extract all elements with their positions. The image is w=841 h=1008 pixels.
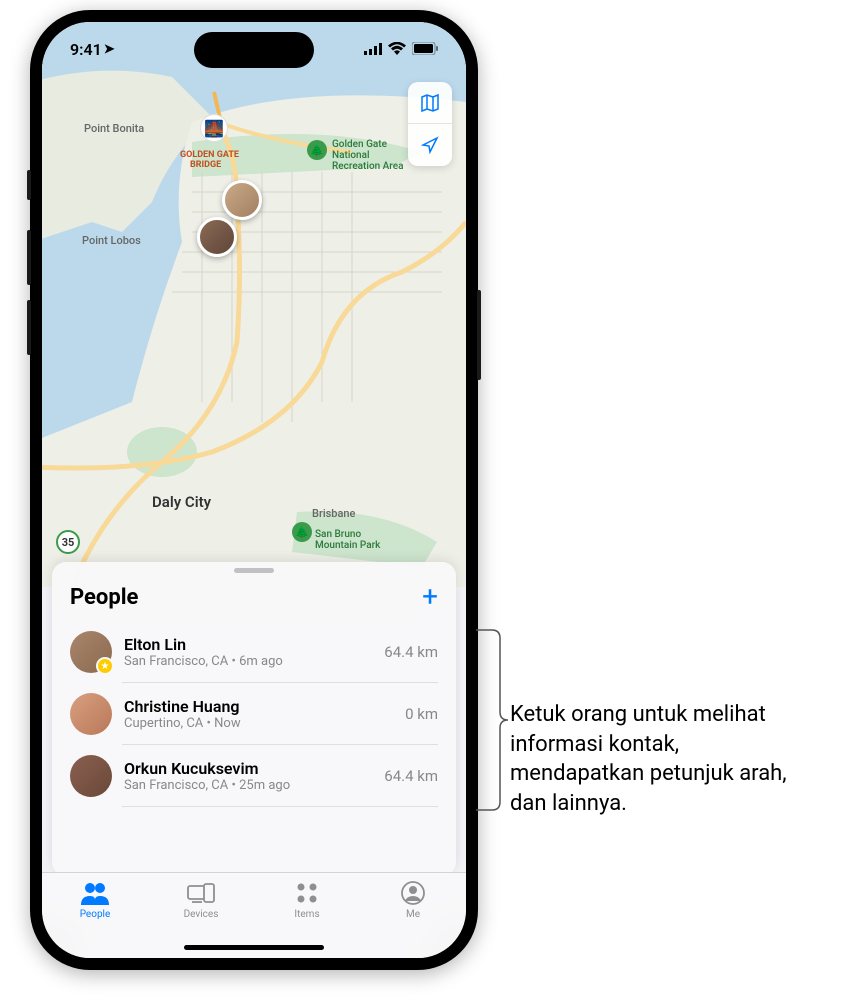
person-avatar (70, 755, 112, 797)
status-time: 9:41 (70, 40, 102, 59)
map-label-daly-city: Daly City (152, 493, 212, 511)
cellular-icon (364, 40, 382, 59)
phone-screen: 9:41 ➤ (42, 22, 466, 958)
person-row[interactable]: Orkun Kucuksevim San Francisco, CA • 25m… (52, 745, 456, 807)
favorite-star-icon: ★ (96, 657, 114, 675)
battery-icon (412, 40, 438, 59)
callout-bracket (476, 620, 510, 820)
person-subtitle: Cupertino, CA • Now (124, 716, 393, 731)
person-pin-1[interactable] (222, 180, 262, 220)
person-distance: 0 km (405, 705, 438, 723)
devices-icon (186, 879, 216, 907)
phone-frame: 9:41 ➤ (30, 10, 478, 970)
power-button (477, 290, 481, 380)
golden-gate-bridge-pin[interactable]: 🌉 (200, 114, 228, 142)
person-subtitle: San Francisco, CA • 25m ago (124, 778, 372, 793)
current-location-button[interactable] (408, 124, 452, 166)
mute-switch (27, 170, 31, 200)
park-pin-ggnra[interactable]: 🌲 (307, 140, 327, 160)
volume-down-button (27, 300, 31, 355)
person-name: Elton Lin (124, 635, 372, 654)
person-subtitle: San Francisco, CA • 6m ago (124, 654, 372, 669)
person-avatar: ★ (70, 631, 112, 673)
callout-annotation: Ketuk orang untuk melihat informasi kont… (510, 620, 810, 819)
map-label-point-bonita: Point Bonita (84, 122, 144, 135)
person-pin-2[interactable] (197, 217, 237, 257)
home-indicator[interactable] (184, 945, 324, 950)
person-avatar (70, 693, 112, 735)
tab-label: Devices (184, 909, 219, 920)
person-row[interactable]: ★ Elton Lin San Francisco, CA • 6m ago 6… (52, 621, 456, 683)
wifi-icon (388, 40, 406, 59)
me-icon (401, 879, 425, 907)
map-view[interactable]: Point Bonita Point Lobos Daly City Brisb… (42, 22, 466, 587)
tab-people[interactable]: People (42, 879, 148, 958)
person-name: Orkun Kucuksevim (124, 759, 372, 778)
svg-text:35: 35 (62, 536, 75, 549)
volume-up-button (27, 230, 31, 285)
map-mode-button[interactable] (408, 82, 452, 124)
map-controls (408, 82, 452, 166)
person-name: Christine Huang (124, 697, 393, 716)
people-sheet[interactable]: People + ★ Elton Lin San Francisco, CA •… (52, 562, 456, 876)
sheet-grabber[interactable] (234, 568, 274, 573)
tab-label: Me (406, 909, 420, 920)
tab-me[interactable]: Me (360, 879, 466, 958)
map-label-point-lobos: Point Lobos (82, 234, 141, 247)
people-icon (79, 879, 111, 907)
dynamic-island (194, 32, 314, 68)
person-row[interactable]: Christine Huang Cupertino, CA • Now 0 km (52, 683, 456, 745)
callout-text: Ketuk orang untuk melihat informasi kont… (510, 700, 810, 819)
location-services-icon: ➤ (104, 42, 115, 57)
park-pin-san-bruno[interactable]: 🌲 (292, 522, 312, 542)
person-distance: 64.4 km (384, 643, 438, 661)
items-icon (296, 879, 318, 907)
map-label-brisbane: Brisbane (312, 507, 356, 520)
tab-label: People (80, 909, 111, 920)
tab-label: Items (294, 909, 319, 920)
sheet-title: People (70, 585, 138, 610)
add-person-button[interactable]: + (422, 583, 438, 611)
person-distance: 64.4 km (384, 767, 438, 785)
